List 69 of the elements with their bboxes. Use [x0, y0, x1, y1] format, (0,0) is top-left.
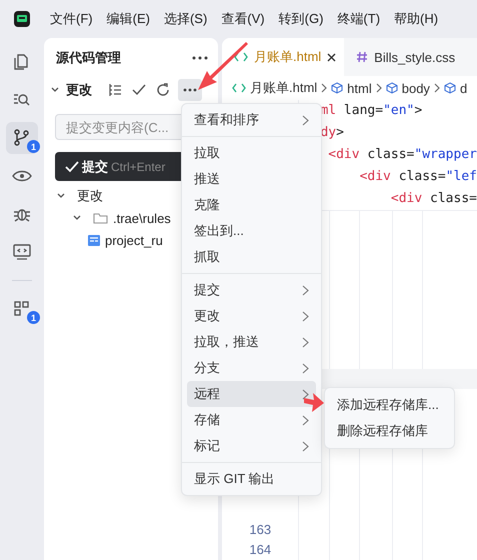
- menu-item[interactable]: 帮助(H): [394, 10, 438, 28]
- breadcrumb-item[interactable]: 月账单.html: [250, 79, 318, 97]
- count-badge: 1: [27, 140, 40, 153]
- arrow-icon: [196, 40, 248, 92]
- more-icon: [183, 88, 197, 92]
- menu-item[interactable]: 转到(G): [278, 10, 324, 28]
- more-icon[interactable]: [192, 56, 208, 60]
- breadcrumb-item[interactable]: d: [460, 80, 468, 96]
- chevron-right-icon: [302, 388, 309, 400]
- cube-icon: [331, 82, 344, 94]
- cube-icon: [444, 82, 456, 94]
- line-number: 163: [249, 521, 272, 539]
- chevron-right-icon: [302, 414, 309, 426]
- breadcrumb-item[interactable]: html: [347, 80, 372, 96]
- menu-item[interactable]: 克隆: [187, 192, 316, 218]
- hash-icon: [356, 51, 368, 63]
- chevron-right-icon: [302, 362, 309, 374]
- menu-item[interactable]: 拉取，推送: [187, 329, 316, 355]
- menu-item[interactable]: 抓取: [187, 244, 316, 270]
- menu-item[interactable]: 显示 GIT 输出: [187, 466, 316, 492]
- monitor-icon: [12, 242, 32, 262]
- check-icon[interactable]: [132, 83, 146, 97]
- list-tree-icon[interactable]: [108, 83, 122, 97]
- editor-tab[interactable]: 月账单.html: [222, 38, 344, 76]
- chevron-right-icon: [302, 310, 309, 322]
- menu-item[interactable]: 添加远程存储库...: [325, 392, 454, 418]
- app-logo-icon: [14, 11, 30, 27]
- chevron-right-icon: [321, 83, 328, 93]
- activity-button[interactable]: 1: [6, 293, 38, 325]
- cube-icon: [386, 82, 398, 94]
- code-icon: [232, 83, 246, 93]
- menu-item[interactable]: 文件(F): [50, 10, 93, 28]
- close-icon: [327, 52, 336, 62]
- chevron-right-icon: [302, 336, 309, 348]
- menu-item[interactable]: 签出到...: [187, 218, 316, 244]
- section-title: 更改: [66, 81, 92, 99]
- menu-item[interactable]: 选择(S): [164, 10, 208, 28]
- menu-item[interactable]: 更改: [187, 303, 316, 329]
- code-line: <div class=: [390, 190, 477, 208]
- more-button[interactable]: [178, 79, 202, 101]
- code-line: <div class="wrapper: [327, 146, 477, 164]
- chevron-right-icon: [302, 284, 309, 296]
- file-icon: [88, 234, 100, 246]
- arrow-icon: [304, 391, 324, 413]
- code-icon: [234, 52, 248, 62]
- panel-title: 源代码管理: [56, 49, 121, 67]
- chevron-right-icon: [302, 114, 309, 126]
- menu-item[interactable]: 终端(T): [337, 10, 380, 28]
- menu-item[interactable]: 分支: [187, 355, 316, 381]
- breadcrumb-item[interactable]: body: [402, 80, 430, 96]
- menu-item[interactable]: 提交: [187, 277, 316, 303]
- refresh-icon[interactable]: [156, 83, 170, 97]
- shortcut-hint: Ctrl+Enter: [111, 160, 166, 174]
- folder-icon: [93, 212, 108, 224]
- menu-item[interactable]: 远程: [187, 381, 316, 407]
- chevron-right-icon: [376, 83, 382, 93]
- menu-item[interactable]: 存储: [187, 407, 316, 433]
- menu-item[interactable]: 删除远程存储库: [325, 418, 454, 444]
- check-icon: [65, 160, 79, 174]
- menu-item[interactable]: 编辑(E): [106, 10, 150, 28]
- menu-item[interactable]: 标记: [187, 433, 316, 459]
- count-badge: 1: [27, 311, 40, 324]
- line-number: 164: [249, 541, 272, 559]
- chevron-right-icon: [302, 440, 309, 452]
- code-line: <div class="lef: [358, 168, 477, 186]
- menu-item[interactable]: 查看(V): [221, 10, 265, 28]
- chevron-right-icon: [434, 83, 440, 93]
- activity-button[interactable]: 1: [6, 122, 38, 154]
- code-line: dy>: [320, 124, 345, 142]
